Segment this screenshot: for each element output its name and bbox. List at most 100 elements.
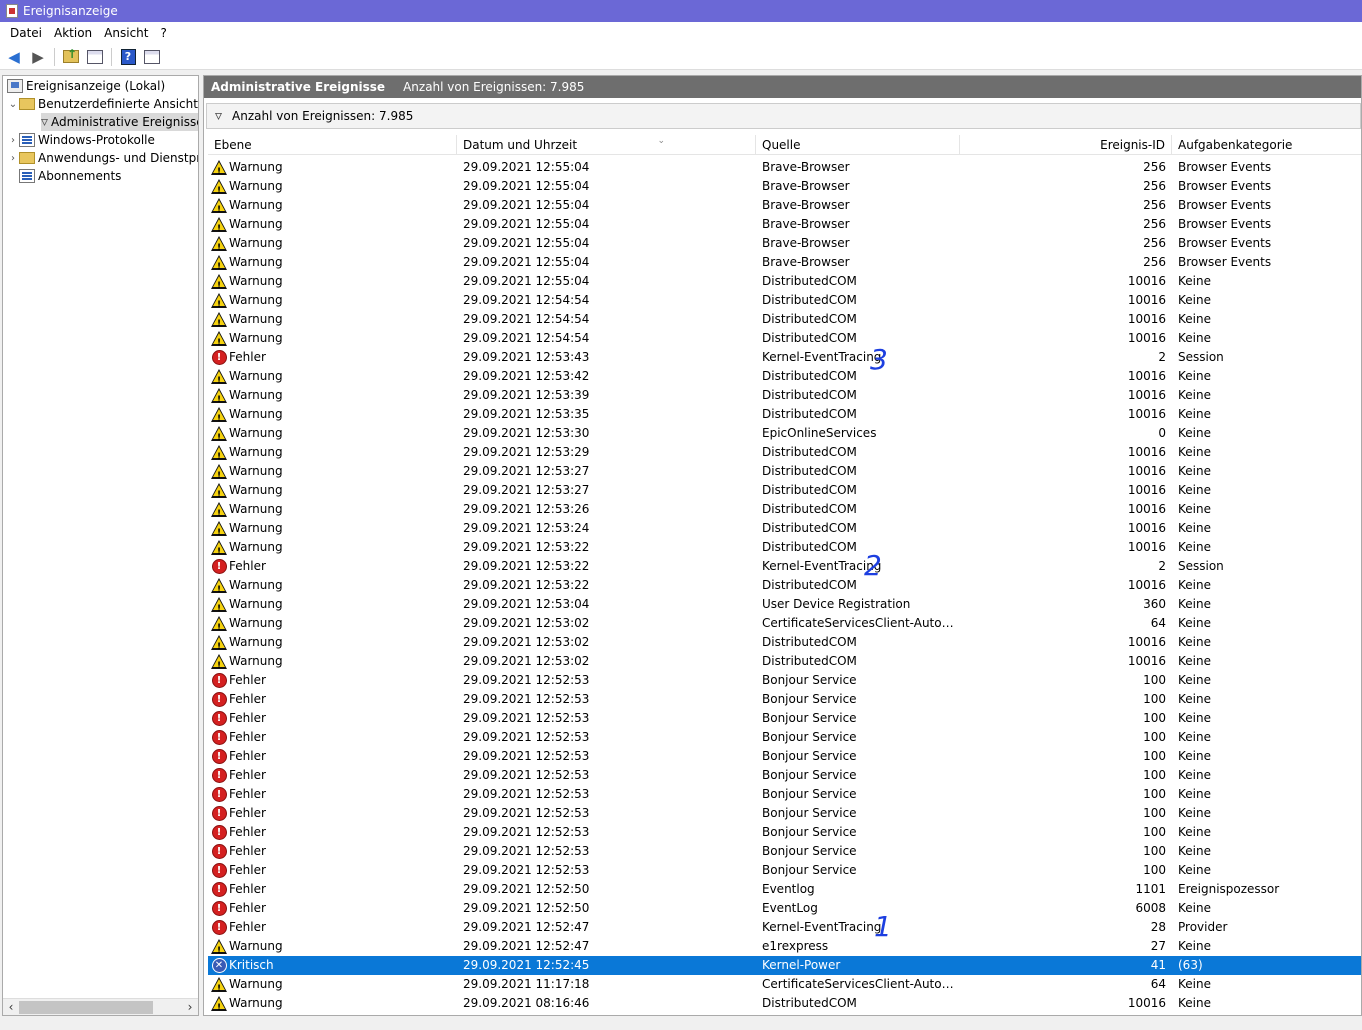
column-header-level[interactable]: Ebene xyxy=(208,135,457,155)
table-row[interactable]: Warnung 29.09.2021 12:55:04 Brave-Browser 2… xyxy=(208,158,1361,177)
tree-item-subscriptions[interactable]: Abonnements xyxy=(19,167,121,185)
table-row[interactable]: Warnung 29.09.2021 08:16:46 DistributedCOM… xyxy=(208,994,1361,1013)
table-row[interactable]: ! Fehler 29.09.2021 12:52:53 Bonjour Servic… xyxy=(208,842,1361,861)
cell-task-category: Keine xyxy=(1178,293,1211,307)
table-row[interactable]: ! Fehler 29.09.2021 12:52:53 Bonjour Servic… xyxy=(208,823,1361,842)
chevron-right-icon[interactable]: › xyxy=(7,153,19,164)
menu-aktion[interactable]: Aktion xyxy=(48,26,98,40)
table-row[interactable]: Warnung 29.09.2021 12:54:54 DistributedCOM… xyxy=(208,310,1361,329)
chevron-right-icon[interactable]: › xyxy=(7,135,19,146)
tree-item-label: Benutzerdefinierte Ansichten xyxy=(38,97,199,111)
table-row[interactable]: Warnung 29.09.2021 12:55:04 Brave-Browser 2… xyxy=(208,177,1361,196)
table-row[interactable]: Warnung 29.09.2021 12:53:04 User Device Re… xyxy=(208,595,1361,614)
column-header-date[interactable]: Datum und Uhrzeit ⌄ xyxy=(457,135,756,155)
tree-item-windows-logs[interactable]: › Windows-Protokolle xyxy=(7,131,155,149)
table-row[interactable]: Warnung 29.09.2021 12:53:02 CertificateSer… xyxy=(208,614,1361,633)
table-row[interactable]: Warnung 29.09.2021 11:17:18 CertificateSer… xyxy=(208,975,1361,994)
cell-task-category: Browser Events xyxy=(1178,160,1272,174)
table-row[interactable]: Warnung 29.09.2021 12:53:22 DistributedCOM… xyxy=(208,576,1361,595)
table-row[interactable]: Warnung 29.09.2021 12:53:27 DistributedCOM… xyxy=(208,462,1361,481)
level-text: Fehler xyxy=(229,901,266,915)
cell-task-category: Keine xyxy=(1178,996,1211,1010)
table-row[interactable]: Warnung 29.09.2021 12:53:02 DistributedCOM… xyxy=(208,652,1361,671)
cell-level: ! Fehler xyxy=(208,690,457,709)
cell-level: Warnung xyxy=(208,614,457,633)
warning-icon xyxy=(211,939,227,956)
table-row[interactable]: Warnung 29.09.2021 12:53:42 DistributedCOM… xyxy=(208,367,1361,386)
table-row[interactable]: Warnung 29.09.2021 12:55:04 Brave-Browser 2… xyxy=(208,215,1361,234)
table-row[interactable]: ! Fehler 29.09.2021 12:52:53 Bonjour Servic… xyxy=(208,690,1361,709)
table-row[interactable]: ! Fehler 29.09.2021 12:52:53 Bonjour Servic… xyxy=(208,747,1361,766)
folder-icon xyxy=(19,98,35,110)
table-row[interactable]: Warnung 29.09.2021 12:53:22 DistributedCOM… xyxy=(208,538,1361,557)
cell-task-category: Keine xyxy=(1178,312,1211,326)
show-hide-action-pane-icon[interactable] xyxy=(142,47,162,67)
menu-datei[interactable]: Datei xyxy=(4,26,48,40)
table-row[interactable]: ! Fehler 29.09.2021 12:52:53 Bonjour Servic… xyxy=(208,861,1361,880)
table-row[interactable]: Warnung 29.09.2021 12:55:04 Brave-Browser 2… xyxy=(208,234,1361,253)
cell-source: DistributedCOM xyxy=(762,578,857,592)
scroll-thumb[interactable] xyxy=(19,1000,153,1014)
tree-item-label: Ereignisanzeige (Lokal) xyxy=(26,79,166,93)
back-arrow-icon[interactable]: ◀ xyxy=(4,47,24,67)
column-header-label: Datum und Uhrzeit xyxy=(463,138,578,152)
table-row[interactable]: Warnung 29.09.2021 12:53:02 DistributedCOM… xyxy=(208,633,1361,652)
table-row[interactable]: ! Fehler 29.09.2021 12:52:53 Bonjour Servic… xyxy=(208,671,1361,690)
table-row[interactable]: ✕ Kritisch 29.09.2021 12:52:45 Kernel-Power… xyxy=(208,956,1361,975)
table-row[interactable]: Warnung 29.09.2021 12:53:39 DistributedCOM… xyxy=(208,386,1361,405)
table-row[interactable]: Warnung 29.09.2021 12:54:54 DistributedCOM… xyxy=(208,329,1361,348)
scroll-left-icon[interactable]: ‹ xyxy=(3,1000,19,1014)
menu-help[interactable]: ? xyxy=(154,26,172,40)
column-header-event-id[interactable]: Ereignis-ID xyxy=(960,135,1172,155)
table-row[interactable]: ! Fehler 29.09.2021 12:52:50 EventLog 6008 Ke… xyxy=(208,899,1361,918)
tree-item-admin-events[interactable]: ▿ Administrative Ereignisse xyxy=(41,113,198,131)
cell-date: 29.09.2021 12:52:50 xyxy=(463,882,590,896)
error-icon: ! xyxy=(211,350,227,366)
table-row[interactable]: ! Fehler 29.09.2021 12:52:53 Bonjour Servic… xyxy=(208,785,1361,804)
table-row[interactable]: Warnung 29.09.2021 12:52:47 e1rexpress 27 Ke… xyxy=(208,937,1361,956)
window-title: Ereignisanzeige xyxy=(23,4,118,18)
tree-horizontal-scrollbar[interactable]: ‹ › xyxy=(3,998,198,1015)
scroll-right-icon[interactable]: › xyxy=(182,1000,198,1014)
table-row[interactable]: Warnung 29.09.2021 12:55:04 Brave-Browser 2… xyxy=(208,253,1361,272)
table-row[interactable]: Warnung 29.09.2021 12:55:04 Brave-Browser 2… xyxy=(208,196,1361,215)
forward-arrow-icon[interactable]: ▶ xyxy=(28,47,48,67)
cell-source: Bonjour Service xyxy=(762,806,857,820)
table-row[interactable]: Warnung 29.09.2021 12:53:24 DistributedCOM… xyxy=(208,519,1361,538)
error-icon: ! xyxy=(211,825,227,841)
level-text: Warnung xyxy=(229,407,283,421)
help-icon[interactable]: ? xyxy=(118,47,138,67)
column-header-task-category[interactable]: Aufgabenkategorie xyxy=(1172,135,1361,155)
cell-event-id: 100 xyxy=(1143,692,1166,706)
cell-event-id: 360 xyxy=(1143,597,1166,611)
cell-date: 29.09.2021 12:54:54 xyxy=(463,331,590,345)
show-hide-console-tree-icon[interactable] xyxy=(85,47,105,67)
tree-item-app-logs[interactable]: › Anwendungs- und Dienstprotokolle xyxy=(7,149,198,167)
cell-date: 29.09.2021 12:52:50 xyxy=(463,901,590,915)
warning-icon xyxy=(211,426,227,443)
tree-item-custom-views[interactable]: ⌄ Benutzerdefinierte Ansichten xyxy=(7,95,199,113)
table-row[interactable]: ! Fehler 29.09.2021 12:52:53 Bonjour Servic… xyxy=(208,709,1361,728)
table-row[interactable]: ! Fehler 29.09.2021 12:53:43 Kernel-EventTr… xyxy=(208,348,1361,367)
chevron-down-icon[interactable]: ⌄ xyxy=(7,99,19,110)
table-row[interactable]: Warnung 29.09.2021 12:53:29 DistributedCOM… xyxy=(208,443,1361,462)
table-row[interactable]: ! Fehler 29.09.2021 12:52:53 Bonjour Servic… xyxy=(208,804,1361,823)
cell-task-category: Keine xyxy=(1178,616,1211,630)
table-row[interactable]: ! Fehler 29.09.2021 12:52:47 Kernel-EventTr… xyxy=(208,918,1361,937)
pane-event-count: Anzahl von Ereignissen: 7.985 xyxy=(403,80,585,94)
menu-ansicht[interactable]: Ansicht xyxy=(98,26,154,40)
table-row[interactable]: Warnung 29.09.2021 12:53:30 EpicOnlineServ… xyxy=(208,424,1361,443)
table-row[interactable]: Warnung 29.09.2021 12:55:04 DistributedCOM… xyxy=(208,272,1361,291)
table-row[interactable]: ! Fehler 29.09.2021 12:53:22 Kernel-EventTr… xyxy=(208,557,1361,576)
cell-date: 29.09.2021 12:52:53 xyxy=(463,711,590,725)
up-folder-icon[interactable] xyxy=(61,47,81,67)
table-row[interactable]: Warnung 29.09.2021 12:53:26 DistributedCOM… xyxy=(208,500,1361,519)
column-header-source[interactable]: Quelle xyxy=(756,135,960,155)
table-row[interactable]: Warnung 29.09.2021 12:54:54 DistributedCOM… xyxy=(208,291,1361,310)
table-row[interactable]: Warnung 29.09.2021 12:53:35 DistributedCOM… xyxy=(208,405,1361,424)
tree-item-root[interactable]: Ereignisanzeige (Lokal) xyxy=(7,77,165,95)
table-row[interactable]: ! Fehler 29.09.2021 12:52:50 Eventlog 1101 Er… xyxy=(208,880,1361,899)
table-row[interactable]: ! Fehler 29.09.2021 12:52:53 Bonjour Servic… xyxy=(208,728,1361,747)
table-row[interactable]: Warnung 29.09.2021 12:53:27 DistributedCOM… xyxy=(208,481,1361,500)
table-row[interactable]: ! Fehler 29.09.2021 12:52:53 Bonjour Servic… xyxy=(208,766,1361,785)
